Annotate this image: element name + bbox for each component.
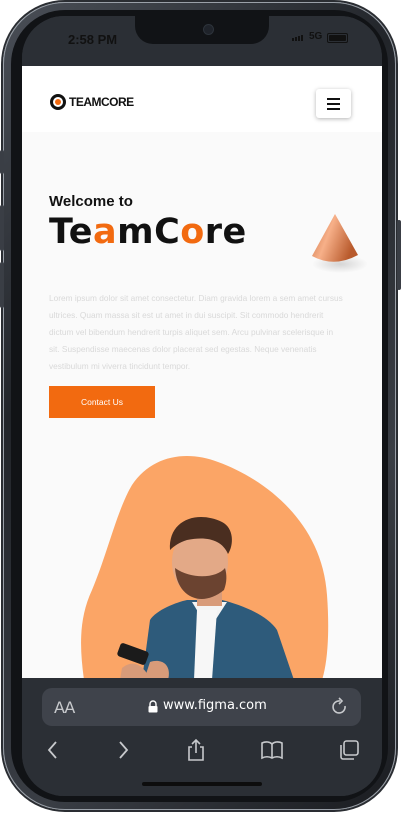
notch [135, 16, 269, 44]
bookmarks-button[interactable] [260, 738, 284, 762]
battery-icon [327, 33, 348, 43]
bookmarks-icon [261, 741, 283, 760]
home-indicator [142, 782, 262, 786]
share-button[interactable] [184, 738, 208, 762]
reader-aa-button[interactable]: AA [54, 698, 75, 717]
hero-body-text: Lorem ipsum dolor sit amet consectetur. … [49, 293, 343, 371]
forward-chevron-icon [119, 741, 129, 759]
address-bar[interactable]: AA www.figma.com [42, 688, 361, 726]
headline-part: Te [49, 212, 93, 252]
silent-switch [0, 150, 4, 174]
status-bar: 2:58 PM 5G [22, 16, 382, 66]
cone-illustration [312, 214, 368, 273]
menu-line [327, 97, 340, 100]
logo-mark-icon [50, 94, 66, 110]
site-logo[interactable]: TEAMCORE [50, 94, 134, 110]
lock-icon [148, 700, 158, 713]
headline-part: re [204, 212, 247, 252]
hero-headline: TeamCore [49, 212, 247, 252]
share-icon [188, 738, 204, 761]
volume-down-button [0, 262, 4, 308]
menu-line [327, 102, 340, 105]
menu-line [327, 107, 340, 110]
tabs-icon [340, 740, 359, 760]
url-text: www.figma.com [163, 698, 267, 713]
tabs-button[interactable] [337, 738, 361, 762]
headline-part: mC [117, 212, 181, 252]
network-type: 5G [309, 31, 323, 42]
web-page: TEAMCORE Welcome to TeamCore Lorem ipsum… [22, 66, 382, 678]
status-time: 2:58 PM [68, 32, 118, 47]
logo-text: TEAMCORE [69, 95, 134, 109]
power-button [397, 220, 401, 290]
signal-icon [292, 35, 303, 41]
forward-button[interactable] [111, 738, 135, 762]
volume-up-button [0, 205, 4, 251]
headline-accent: a [92, 212, 118, 252]
site-navbar: TEAMCORE [22, 66, 382, 132]
hero-image [81, 456, 329, 678]
welcome-text: Welcome to [49, 193, 133, 210]
back-chevron-icon [47, 741, 57, 759]
reload-icon[interactable] [331, 697, 349, 717]
back-button[interactable] [41, 738, 65, 762]
front-camera [203, 24, 214, 35]
phone-screen: 2:58 PM 5G TEAMCORE Welcome to TeamCore [22, 16, 382, 796]
contact-us-button[interactable]: Contact Us [49, 386, 155, 418]
hamburger-menu-button[interactable] [316, 89, 351, 118]
headline-accent: o [180, 212, 205, 252]
browser-bar: AA www.figma.com [22, 678, 382, 796]
